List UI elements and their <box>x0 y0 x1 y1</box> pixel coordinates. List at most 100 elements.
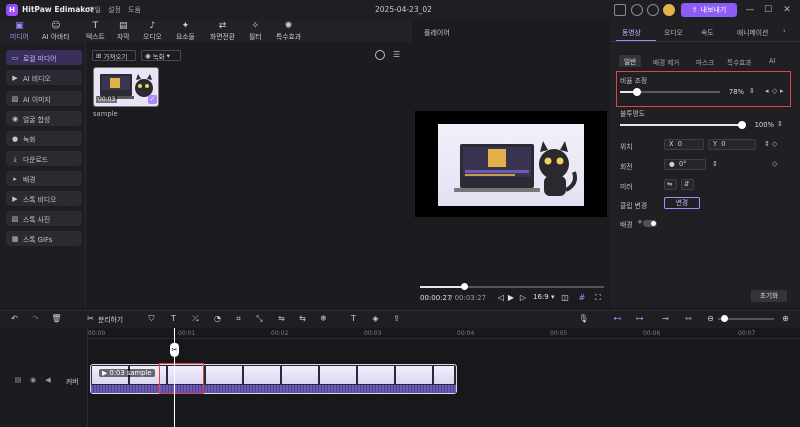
speaker-icon[interactable]: ◀ <box>44 376 52 384</box>
sidebar-item-record[interactable]: ● 녹화 <box>6 131 82 146</box>
sidebar-item-stock-video[interactable]: ▶ 스톡 비디오 <box>6 191 82 206</box>
minimize-icon[interactable]: — <box>744 4 756 16</box>
link-icon[interactable]: ⊷ <box>612 313 623 324</box>
sidebar-item-stock-gifs[interactable]: ▦ 스톡 GIFs <box>6 231 82 246</box>
tab-speed[interactable]: 속도 <box>701 27 714 37</box>
toolbar-audio[interactable]: ♪ 오디오 <box>143 21 162 41</box>
clip-replace-label: 클립 변경 <box>620 202 648 210</box>
position-x-field[interactable]: X 0 <box>664 139 704 150</box>
reverse-icon[interactable]: ⇆ <box>297 313 308 324</box>
tab-audio[interactable]: 오디오 <box>664 27 683 37</box>
flip-horizontal-icon[interactable]: ⇋ <box>664 179 677 190</box>
toolbar-filters[interactable]: ✧ 필터 <box>249 21 262 41</box>
list-view-icon[interactable]: ☰ <box>393 50 403 60</box>
toolbar-subtitle[interactable]: ▤ 자막 <box>117 21 130 41</box>
play-icon[interactable]: ▶ <box>506 293 516 303</box>
cloud-icon[interactable] <box>631 4 643 16</box>
opacity-value[interactable]: 100% <box>750 121 774 129</box>
stepper-icon[interactable]: ⇕ <box>712 160 718 168</box>
position-y-field[interactable]: Y 0 <box>708 139 756 150</box>
sidebar-item-stock-photo[interactable]: ▨ 스톡 사진 <box>6 211 82 226</box>
subtab-remove-bg[interactable]: 배경 제거 <box>653 57 679 67</box>
background-toggle[interactable] <box>643 220 657 227</box>
speed-icon[interactable]: ◔ <box>212 313 223 324</box>
subtab-effects[interactable]: 특수효과 <box>727 57 751 67</box>
history-icon[interactable] <box>647 4 659 16</box>
toolbar-effects[interactable]: ✺ 특수효과 <box>276 21 301 41</box>
snapshot-icon[interactable]: ◫ <box>560 293 570 303</box>
sidebar-item-local-media[interactable]: ▭ 로컬 미디어 <box>6 50 82 65</box>
plus-icon[interactable]: + <box>637 218 643 226</box>
export-clip-icon[interactable]: ⇪ <box>391 313 402 324</box>
timeline-ruler[interactable] <box>88 338 800 339</box>
freeze-icon[interactable]: ❄ <box>318 313 329 324</box>
sidebar-item-download[interactable]: ⤓ 다운로드 <box>6 151 82 166</box>
previous-frame-icon[interactable]: ◁ <box>496 293 506 303</box>
fit-icon[interactable]: ⇿ <box>683 313 694 324</box>
magnet-icon[interactable]: ⊶ <box>634 313 645 324</box>
sidebar-item-background[interactable]: ▸ 배경 <box>6 171 82 186</box>
aspect-ratio-select[interactable]: 16:9 ▾ <box>533 293 554 301</box>
tab-animation[interactable]: 애니메이션 <box>737 27 768 37</box>
avatar[interactable] <box>663 4 675 16</box>
mirror-icon[interactable]: ⇋ <box>276 313 287 324</box>
microphone-icon[interactable]: 🎙 <box>578 313 589 324</box>
export-button[interactable]: ⇪ 내보내기 <box>681 3 737 17</box>
cut-icon[interactable]: ⤯ <box>190 313 201 324</box>
zoom-out-icon[interactable]: ⊖ <box>705 313 716 324</box>
keyframe-add-icon[interactable]: ◇ <box>772 140 777 148</box>
search-icon[interactable] <box>375 50 385 60</box>
toolbar-transitions[interactable]: ⇄ 화면전환 <box>210 21 235 41</box>
import-button[interactable]: ⊞ 가져오기 <box>92 50 136 61</box>
playhead-split-icon[interactable]: ✂ <box>170 343 179 357</box>
zoom-slider-handle[interactable] <box>721 315 728 322</box>
toolbar-text[interactable]: T 텍스트 <box>86 21 105 41</box>
menu-help[interactable]: 도움 <box>128 5 141 15</box>
reset-button[interactable]: 초기화 <box>751 290 787 302</box>
subtab-general[interactable]: 일반 <box>619 55 642 67</box>
replace-button[interactable]: 변경 <box>664 197 700 209</box>
sidebar-item-face-swap[interactable]: ◉ 얼굴 합성 <box>6 111 82 126</box>
close-icon[interactable]: ✕ <box>781 4 793 16</box>
cover-label[interactable]: 커버 <box>66 376 79 386</box>
split-icon[interactable]: ✂ <box>85 313 96 324</box>
text-tool-icon[interactable]: T <box>168 313 179 324</box>
tabs-more-icon[interactable]: › <box>783 27 786 35</box>
stepper-icon[interactable]: ⇕ <box>764 140 770 148</box>
subtab-ai[interactable]: AI <box>769 57 775 65</box>
redo-icon[interactable]: ↷ <box>30 313 41 324</box>
zoom-in-icon[interactable]: ⊕ <box>780 313 791 324</box>
crop-icon[interactable]: ⌗ <box>233 313 244 324</box>
next-frame-icon[interactable]: ▷ <box>518 293 528 303</box>
fullscreen-icon[interactable]: ⛶ <box>593 293 603 303</box>
subtitle-tool-icon[interactable]: T <box>348 313 359 324</box>
toolbar-ai-avatar[interactable]: ☺ AI 아바타 <box>42 21 70 41</box>
visibility-icon[interactable]: ◉ <box>29 376 37 384</box>
monitor-icon[interactable] <box>614 4 626 16</box>
tab-video[interactable]: 동영상 <box>622 27 641 37</box>
resize-icon[interactable]: ⤡ <box>254 313 265 324</box>
opacity-slider-handle[interactable] <box>738 121 746 129</box>
undo-icon[interactable]: ↶ <box>9 313 20 324</box>
shield-icon[interactable]: ⛉ <box>146 313 157 324</box>
menu-file[interactable]: 파일 <box>88 5 101 15</box>
check-icon[interactable]: ✓ <box>148 95 157 104</box>
menu-settings[interactable]: 설정 <box>108 5 121 15</box>
snap-icon[interactable]: ⊸ <box>660 313 671 324</box>
record-dropdown[interactable]: ◉ 녹화 ▾ <box>141 50 181 61</box>
sidebar-item-ai-video[interactable]: ▶ AI 비디오 <box>6 70 82 85</box>
maximize-icon[interactable]: ☐ <box>762 4 774 16</box>
stepper-icon[interactable]: ⇕ <box>777 120 783 128</box>
grid-icon[interactable]: # <box>577 293 587 303</box>
delete-icon[interactable]: 🗑 <box>51 313 62 324</box>
toolbar-ai-avatar-label: AI 아바타 <box>42 33 70 41</box>
mask-icon[interactable]: ◈ <box>370 313 381 324</box>
split-label[interactable]: 분리하기 <box>98 314 123 324</box>
toolbar-media[interactable]: ▣ 미디어 <box>10 21 29 41</box>
toolbar-elements[interactable]: ✦ 요소들 <box>176 21 195 41</box>
sidebar-item-ai-image[interactable]: ▨ AI 이미지 <box>6 91 82 106</box>
rotation-field[interactable]: ● 0° <box>664 159 706 170</box>
flip-vertical-icon[interactable]: ⇵ <box>681 179 694 190</box>
keyframe-add-icon[interactable]: ◇ <box>772 160 777 168</box>
subtab-mask[interactable]: 마스크 <box>696 57 714 67</box>
